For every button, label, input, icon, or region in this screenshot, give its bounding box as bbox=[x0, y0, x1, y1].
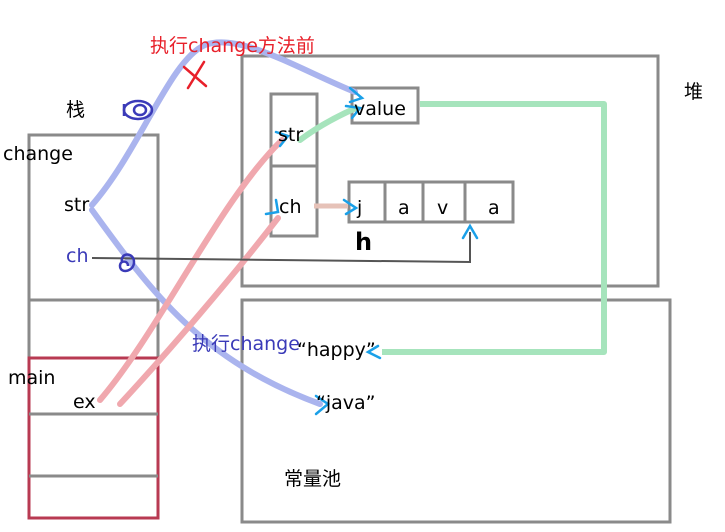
heap-ch-label: ch bbox=[279, 196, 302, 218]
main-frame-label: main bbox=[8, 367, 55, 389]
heap-str-label: str bbox=[278, 124, 303, 146]
heap-label: 堆 bbox=[684, 81, 703, 103]
memory-diagram: 执行change方法前 栈 堆 change str ch main ex 执行… bbox=[3, 35, 703, 524]
arrow-value-to-happy bbox=[382, 101, 607, 355]
char-cell-2: v bbox=[437, 197, 448, 219]
happy-literal: “happy” bbox=[297, 339, 376, 361]
handwritten-h: h bbox=[355, 228, 372, 256]
change-frame-label: change bbox=[3, 143, 73, 165]
heap-box bbox=[240, 54, 660, 288]
stack-box bbox=[27, 133, 160, 520]
arrow-heap-str-to-value bbox=[297, 105, 359, 143]
constant-pool-label: 常量池 bbox=[284, 468, 341, 490]
cross-mark-icon bbox=[182, 60, 208, 90]
char-cell-0: j bbox=[356, 197, 362, 219]
change-ch-label: ch bbox=[66, 245, 89, 267]
char-cell-1: a bbox=[398, 197, 410, 219]
java-literal: “java” bbox=[316, 392, 376, 414]
change-str-label: str bbox=[64, 194, 89, 216]
value-label: value bbox=[354, 98, 406, 120]
during-change-label: 执行change bbox=[192, 333, 300, 355]
stack-label: 栈 bbox=[66, 99, 85, 121]
main-ex-label: ex bbox=[73, 391, 96, 413]
char-cell-3: a bbox=[488, 197, 500, 219]
before-change-label: 执行change方法前 bbox=[150, 35, 315, 57]
